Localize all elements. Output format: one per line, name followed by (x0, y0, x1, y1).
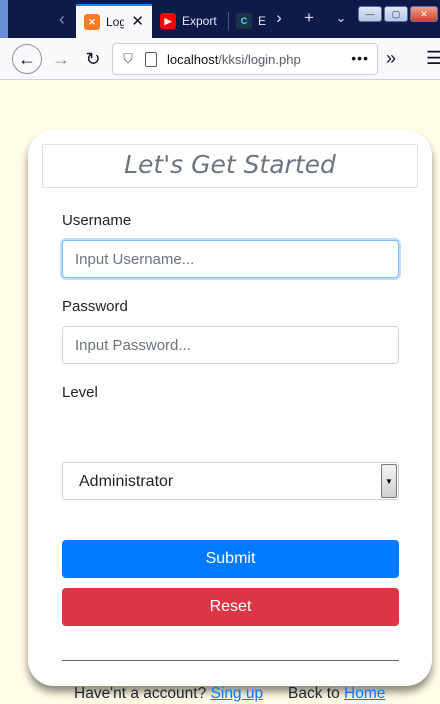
tracking-protection-shield-icon[interactable]: ⛉ (121, 51, 135, 67)
overflow-chevron-icon[interactable]: » (386, 48, 396, 68)
account-text: Have'nt a account? (74, 685, 207, 702)
back-to-text: Back to (288, 685, 340, 702)
dropdown-arrow-icon[interactable]: ▼ (381, 464, 397, 498)
tab-label: Export (182, 14, 217, 28)
username-label: Username (62, 212, 132, 229)
reset-button[interactable]: Reset (62, 588, 399, 626)
codeigniter-icon: C (236, 13, 252, 29)
youtube-icon: ▶ (160, 13, 176, 29)
new-tab-icon[interactable]: + (298, 8, 320, 28)
level-select[interactable]: Administrator ▼ (62, 462, 399, 500)
signup-link[interactable]: Sing up (211, 685, 264, 702)
url-path: /kksi/login.php (218, 51, 301, 67)
list-tabs-icon[interactable]: ⌄ (330, 8, 352, 28)
page-info-icon[interactable] (145, 51, 157, 67)
level-selected-value: Administrator (79, 473, 174, 490)
window-controls: — ▢ ✕ (358, 6, 440, 22)
close-tab-icon[interactable]: ✕ (131, 14, 144, 30)
page-title: Let's Get Started (42, 144, 418, 188)
navigation-toolbar: ← → ↻ ⛉ localhost/kksi/login.php ••• » ☰ (0, 38, 440, 80)
page-body: Let's Get Started Username Password Leve… (0, 80, 440, 704)
address-bar[interactable]: ⛉ localhost/kksi/login.php ••• (112, 43, 378, 75)
tab-label: Login (106, 15, 124, 29)
page-actions-icon[interactable]: ••• (351, 50, 369, 66)
browser-tab-bar: ‹ ✕ Login ✕ ▶ Export C E › + ⌄ — ▢ ✕ (0, 0, 440, 38)
xampp-icon: ✕ (84, 14, 100, 30)
back-icon[interactable]: ← (12, 44, 42, 74)
tab-e[interactable]: C E (228, 4, 270, 38)
window-edge (0, 0, 8, 38)
username-input[interactable] (62, 240, 399, 278)
footer-divider-top (62, 660, 399, 661)
signup-prompt: Have'nt a account? Sing up (74, 685, 263, 703)
url-text[interactable]: localhost/kksi/login.php (167, 52, 301, 67)
hamburger-menu-icon[interactable]: ☰ (426, 48, 440, 68)
tab-login[interactable]: ✕ Login ✕ (76, 4, 152, 38)
maximize-icon[interactable]: ▢ (384, 6, 408, 22)
password-input[interactable] (62, 326, 399, 364)
home-prompt: Back to Home (288, 685, 385, 703)
level-label: Level (62, 384, 98, 401)
login-card: Let's Get Started Username Password Leve… (28, 130, 432, 702)
window-close-icon[interactable]: ✕ (410, 6, 438, 22)
home-link[interactable]: Home (344, 685, 385, 702)
url-host: localhost (167, 51, 219, 67)
forward-icon[interactable]: → (46, 44, 76, 74)
tab-scroll-right-icon[interactable]: › (268, 8, 290, 28)
reload-icon[interactable]: ↻ (78, 44, 108, 74)
tab-scroll-left-icon[interactable]: ‹ (52, 10, 72, 30)
minimize-icon[interactable]: — (358, 6, 382, 22)
password-label: Password (62, 298, 128, 315)
submit-button[interactable]: Submit (62, 540, 399, 578)
tab-export[interactable]: ▶ Export (152, 4, 228, 38)
